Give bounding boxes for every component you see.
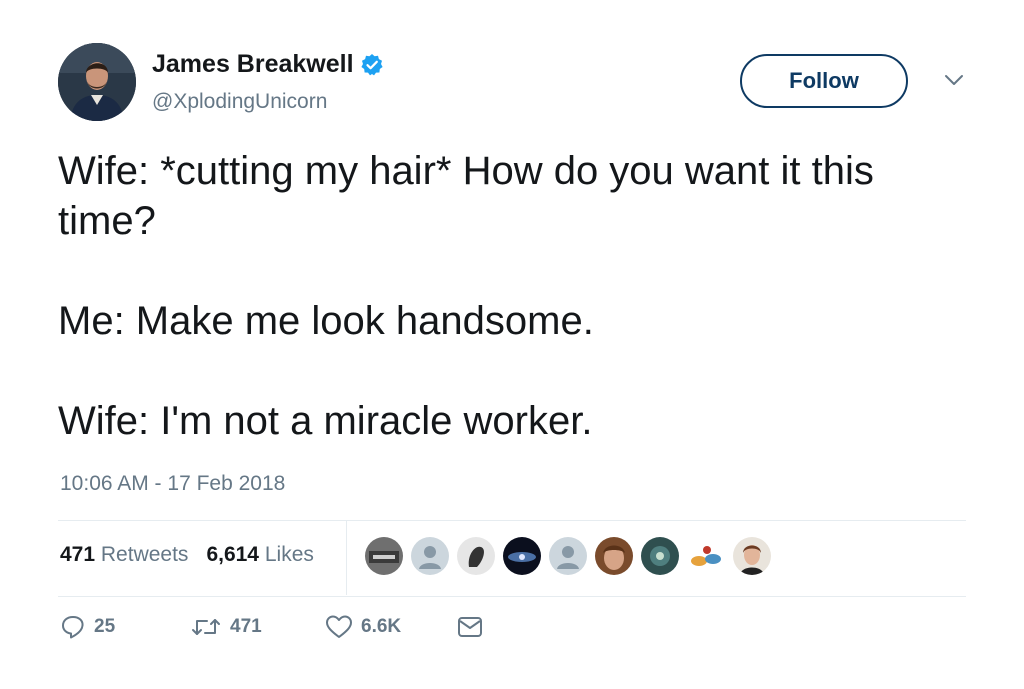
retweet-button[interactable]: 471: [190, 614, 325, 640]
retweet-count: 471: [230, 616, 262, 637]
liker-avatar-7[interactable]: [641, 537, 679, 575]
liker-avatar-1[interactable]: [365, 537, 403, 575]
retweets-label: Retweets: [100, 543, 189, 566]
likes-stat[interactable]: 6,614 Likes: [206, 543, 313, 567]
envelope-icon: [458, 617, 482, 637]
liker-avatar-8[interactable]: [687, 537, 725, 575]
direct-message-button[interactable]: [457, 616, 483, 638]
liker-avatar-2[interactable]: [411, 537, 449, 575]
vertical-divider: [346, 521, 347, 595]
retweets-count: 471: [60, 543, 96, 566]
tweet-line: Me: Make me look handsome.: [58, 299, 594, 343]
chevron-down-icon[interactable]: [943, 72, 965, 88]
tweet-text: Wife: *cutting my hair* How do you want …: [58, 146, 958, 446]
action-bar: 25 471 6.6K: [60, 614, 483, 640]
user-name[interactable]: James Breakwell: [152, 50, 384, 79]
reply-count: 25: [94, 616, 116, 637]
like-count: 6.6K: [361, 616, 402, 637]
like-button[interactable]: 6.6K: [325, 614, 457, 640]
liker-avatar-6[interactable]: [595, 537, 633, 575]
likes-count: 6,614: [206, 543, 259, 566]
tweet-line: Wife: I'm not a miracle worker.: [58, 399, 593, 443]
user-handle[interactable]: @XplodingUnicorn: [152, 90, 327, 114]
user-name-text[interactable]: James Breakwell: [152, 50, 354, 79]
liker-avatar-9[interactable]: [733, 537, 771, 575]
likes-label: Likes: [264, 543, 314, 566]
engagement-stats: 471 Retweets 6,614 Likes: [60, 543, 314, 567]
tweet-timestamp[interactable]: 10:06 AM - 17 Feb 2018: [60, 472, 285, 496]
retweets-stat[interactable]: 471 Retweets: [60, 543, 188, 567]
reply-button[interactable]: 25: [60, 614, 190, 640]
liker-avatar-4[interactable]: [503, 537, 541, 575]
retweet-icon: [192, 619, 220, 635]
verified-badge-icon: [360, 53, 383, 75]
liker-avatars: [365, 537, 771, 575]
user-avatar[interactable]: [58, 43, 136, 121]
liker-avatar-3[interactable]: [457, 537, 495, 575]
reply-icon: [62, 616, 84, 639]
divider: [58, 596, 966, 597]
divider: [58, 520, 966, 521]
tweet-line: Wife: *cutting my hair* How do you want …: [58, 149, 874, 243]
heart-icon: [326, 615, 352, 638]
liker-avatar-5[interactable]: [549, 537, 587, 575]
follow-button[interactable]: Follow: [740, 54, 908, 108]
